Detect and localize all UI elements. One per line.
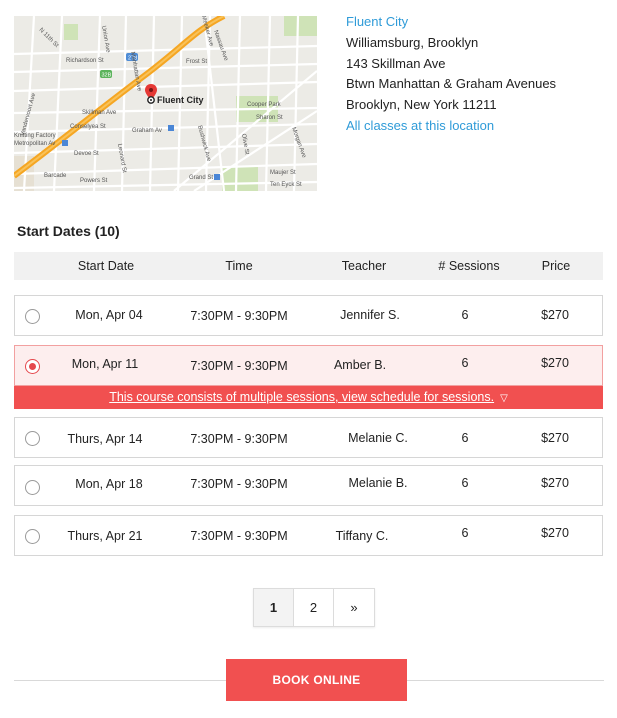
sessions-schedule-notice[interactable]: This course consists of multiple session… [14,386,603,409]
svg-text:Conselyea St: Conselyea St [70,124,106,130]
sessions-schedule-link[interactable]: This course consists of multiple session… [109,390,494,404]
row-teacher: Melanie B. [348,476,408,490]
row-price: $270 [541,356,569,370]
row-sessions: 6 [461,431,469,445]
row-start-date: Mon, Apr 18 [75,477,143,491]
row-start-date: Mon, Apr 04 [75,308,143,322]
row-price: $270 [541,308,569,322]
svg-text:Ten Eyck St: Ten Eyck St [270,182,302,188]
svg-text:Devoe St: Devoe St [74,151,99,157]
row-time: 7:30PM - 9:30PM [190,432,288,446]
all-classes-link[interactable]: All classes at this location [346,116,556,137]
location-neighborhood: Williamsburg, Brooklyn [346,34,479,50]
next-page-button[interactable]: » [334,589,374,626]
row-sessions: 6 [461,476,469,490]
svg-text:Barcade: Barcade [44,173,67,179]
map-pin-label: Fluent City [157,95,204,105]
row-radio-button[interactable] [25,309,40,324]
svg-text:Richardson St: Richardson St [66,58,104,64]
row-start-date: Mon, Apr 11 [71,357,139,371]
row-radio-button[interactable] [25,529,40,544]
book-online-button[interactable]: BOOK ONLINE [226,659,407,701]
row-start-date: Thurs, Apr 21 [67,529,143,543]
row-time: 7:30PM - 9:30PM [190,309,288,323]
row-price: $270 [541,431,569,445]
svg-text:Sharon St: Sharon St [256,115,283,121]
row-teacher: Tiffany C. [335,529,389,543]
svg-text:Metropolitan Av: Metropolitan Av [14,141,55,147]
location-map[interactable]: 278 32B Richardson St Frost St Skillman … [14,16,317,191]
location-name-link[interactable]: Fluent City [346,12,556,33]
row-time: 7:30PM - 9:30PM [190,477,288,491]
date-row[interactable]: Thurs, Apr 21 7:30PM - 9:30PM Tiffany C.… [14,515,603,556]
row-radio-button-selected[interactable] [25,359,40,374]
row-sessions: 6 [461,526,469,540]
header-price: Price [541,259,571,273]
svg-text:Powers St: Powers St [80,178,108,184]
svg-text:Skillman Ave: Skillman Ave [82,110,117,116]
row-time: 7:30PM - 9:30PM [190,359,288,373]
header-time: Time [225,259,253,273]
row-time: 7:30PM - 9:30PM [190,529,288,543]
date-row[interactable]: Thurs, Apr 14 7:30PM - 9:30PM Melanie C.… [14,417,603,458]
date-row[interactable]: Mon, Apr 04 7:30PM - 9:30PM Jennifer S. … [14,295,603,336]
location-city: Brooklyn, New York 11211 [346,97,497,113]
date-row[interactable]: Mon, Apr 18 7:30PM - 9:30PM Melanie B. 6… [14,465,603,506]
pagination: 1 2 » [253,588,375,627]
location-cross-streets: Btwn Manhattan & Graham Avenues [346,76,557,92]
svg-text:Cooper Park: Cooper Park [247,102,282,108]
row-start-date: Thurs, Apr 14 [67,432,143,446]
svg-text:32B: 32B [102,73,112,79]
location-info: Fluent City Williamsburg, Brooklyn 143 S… [346,12,556,137]
svg-text:Maujer St: Maujer St [270,170,296,176]
row-radio-button[interactable] [25,480,40,495]
start-dates-title: Start Dates (10) [17,223,120,239]
svg-text:Grand St: Grand St [189,175,213,181]
row-radio-button[interactable] [25,431,40,446]
location-address: 143 Skillman Ave [346,55,446,71]
map-graphic: 278 32B Richardson St Frost St Skillman … [14,16,317,191]
row-sessions: 6 [461,308,469,322]
svg-text:Frost St: Frost St [186,59,207,65]
svg-text:Graham Av: Graham Av [132,128,162,134]
row-price: $270 [541,476,569,490]
row-teacher: Melanie C. [348,431,408,445]
row-sessions: 6 [461,356,469,370]
header-start-date: Start Date [77,259,135,273]
row-price: $270 [541,526,569,540]
row-teacher: Amber B. [333,358,387,372]
row-teacher: Jennifer S. [340,308,400,322]
dates-table-header: Start Date Time Teacher # Sessions Price [14,252,603,280]
page-1-button[interactable]: 1 [254,589,294,626]
header-teacher: Teacher [341,259,387,273]
page-2-button[interactable]: 2 [294,589,334,626]
chevron-down-icon[interactable]: ▽ [500,387,508,410]
date-row-selected[interactable]: Mon, Apr 11 7:30PM - 9:30PM Amber B. 6 $… [14,345,603,386]
header-sessions: # Sessions [438,259,500,273]
